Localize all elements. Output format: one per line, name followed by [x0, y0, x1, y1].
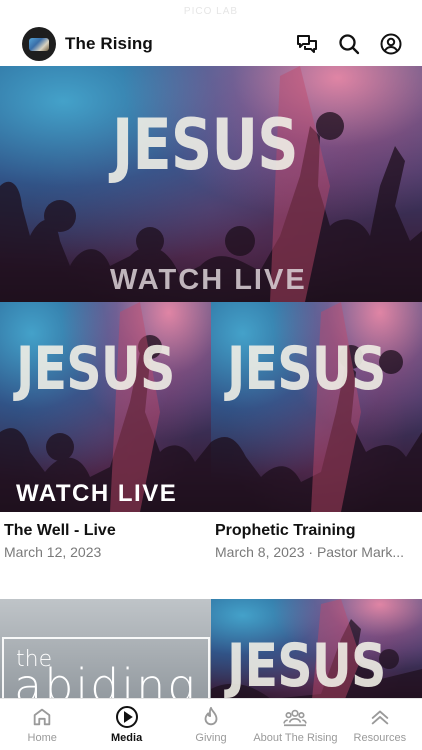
account-icon[interactable]: [378, 31, 404, 57]
card-watch-live: WATCH LIVE: [16, 480, 178, 507]
media-card-subtitle: March 12, 2023: [4, 544, 102, 560]
status-text: PICO LAB: [183, 5, 239, 17]
bottom-tab-bar: Home Media Giving About The Rising Resou…: [0, 698, 422, 750]
tab-label: Giving: [195, 732, 227, 744]
media-card[interactable]: JESUS: [211, 599, 422, 709]
tab-label: Media: [111, 732, 143, 744]
search-icon[interactable]: [336, 31, 362, 57]
media-card-subtitle: March 8, 2023 · Pastor Mark...: [215, 544, 405, 560]
chevrons-up-icon: [368, 705, 392, 729]
tab-label: Home: [27, 732, 57, 744]
church-logo[interactable]: [22, 27, 56, 61]
media-card[interactable]: the abiding: [0, 599, 211, 709]
hero-art-word: JESUS: [112, 104, 299, 186]
tab-resources[interactable]: Resources: [338, 699, 422, 750]
hero-watch-live: WATCH LIVE: [110, 264, 307, 296]
media-card-title: Prophetic Training: [215, 522, 356, 539]
tab-home[interactable]: Home: [0, 699, 84, 750]
people-icon: [283, 705, 308, 729]
media-card-thumbnail[interactable]: JESUS: [211, 302, 422, 512]
play-circle-icon: [115, 705, 139, 729]
flame-icon: [199, 705, 223, 729]
tab-label: About The Rising: [253, 732, 338, 744]
tab-media[interactable]: Media: [84, 699, 168, 750]
chat-icon[interactable]: [294, 31, 320, 57]
tab-about[interactable]: About The Rising: [253, 699, 338, 750]
media-card-thumbnail[interactable]: the abiding: [0, 599, 211, 709]
media-grid-row-2: the abiding JESUS: [0, 599, 422, 709]
card-art-word: JESUS: [16, 334, 175, 404]
media-card[interactable]: JESUS Prophetic Training March 8, 2023 ·…: [211, 302, 422, 560]
status-bar: PICO LAB: [0, 0, 422, 22]
hero-live-banner[interactable]: JESUS WATCH LIVE: [0, 66, 422, 302]
tab-giving[interactable]: Giving: [169, 699, 253, 750]
app-header: The Rising: [0, 22, 422, 66]
home-icon: [30, 705, 54, 729]
media-grid-row-1: JESUS WATCH LIVE The Well - Live March 1…: [0, 302, 422, 560]
media-card-title: The Well - Live: [4, 522, 116, 539]
media-card[interactable]: JESUS WATCH LIVE The Well - Live March 1…: [0, 302, 211, 560]
media-card-thumbnail[interactable]: JESUS: [211, 599, 422, 709]
tab-label: Resources: [353, 732, 407, 744]
card-art-word: JESUS: [227, 334, 386, 404]
app-title: The Rising: [65, 34, 153, 53]
card-art-word: JESUS: [227, 631, 386, 701]
media-card-thumbnail[interactable]: JESUS WATCH LIVE: [0, 302, 211, 512]
